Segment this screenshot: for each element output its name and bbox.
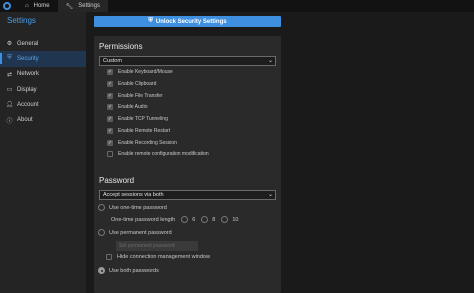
password-card: Password Accept sessions via both ⌄ Use … — [94, 172, 281, 293]
permission-label: Enable Keyboard/Mouse — [118, 69, 173, 75]
checkbox-checked[interactable]: ✓ — [107, 104, 113, 110]
permission-preset-select[interactable]: Custom ⌄ — [99, 56, 276, 66]
checkbox-unchecked[interactable] — [106, 254, 112, 260]
sidebar-item-about[interactable]: ⓘ About — [0, 112, 86, 127]
settings-main: ⛨ Unlock Security Settings Permissions C… — [86, 12, 474, 293]
both-passwords-option[interactable]: Use both passwords — [98, 267, 159, 274]
permission-label: Enable remote configuration modification — [118, 151, 209, 157]
set-permanent-password-label: Set permanent password — [119, 243, 175, 249]
both-passwords-label: Use both passwords — [109, 267, 159, 274]
sidebar-item-label: Display — [17, 86, 37, 93]
permanent-password-label: Use permanent password — [109, 229, 172, 236]
sidebar-item-label: About — [17, 117, 33, 124]
sidebar-item-general[interactable]: ⚙ General — [0, 36, 86, 51]
sidebar-item-label: Account — [17, 101, 39, 108]
permission-label: Enable File Transfer — [118, 93, 163, 99]
checkbox-checked[interactable]: ✓ — [107, 93, 113, 99]
otp-length-8-label: 8 — [212, 216, 216, 223]
permission-label: Enable TCP Tunneling — [118, 116, 168, 122]
permissions-title: Permissions — [99, 42, 143, 51]
tab-settings[interactable]: 🔧︎ Settings — [57, 0, 108, 12]
chevron-down-icon: ⌄ — [267, 192, 273, 198]
info-icon: ⓘ — [6, 118, 13, 125]
checkbox-checked[interactable]: ✓ — [107, 128, 113, 134]
set-permanent-password-button[interactable]: Set permanent password — [116, 241, 198, 251]
radio-button[interactable] — [98, 204, 105, 211]
otp-length-10-radio[interactable] — [221, 216, 229, 223]
permissions-card: Permissions Custom ⌄ ✓ Enable Keyboard/M… — [94, 36, 281, 174]
permission-remote-restart[interactable]: ✓ Enable Remote Restart — [107, 127, 170, 135]
permission-remote-config[interactable]: Enable remote configuration modification — [107, 150, 209, 158]
sidebar-item-display[interactable]: ▭ Display — [0, 82, 86, 97]
unlock-security-button[interactable]: ⛨ Unlock Security Settings — [94, 16, 281, 27]
hide-cm-window-label: Hide connection management window — [117, 254, 210, 260]
shield-icon: ⛨ — [148, 18, 153, 24]
permission-recording-session[interactable]: ✓ Enable Recording Session — [107, 139, 177, 147]
monitor-icon: ▭ — [6, 87, 13, 94]
otp-length-label: One-time password length — [111, 216, 176, 223]
person-icon: 👤︎ — [5, 102, 14, 109]
app-logo-icon — [3, 2, 11, 10]
permission-keyboard-mouse[interactable]: ✓ Enable Keyboard/Mouse — [107, 68, 173, 76]
permission-file-transfer[interactable]: ✓ Enable File Transfer — [107, 92, 163, 100]
otp-length-row: One-time password length 6 8 10 — [111, 216, 238, 223]
permission-label: Enable Audio — [118, 104, 148, 110]
tab-home-label: Home — [33, 3, 50, 9]
sidebar-item-label: Network — [17, 71, 40, 78]
radio-button[interactable] — [98, 229, 105, 236]
chevron-down-icon: ⌄ — [267, 58, 273, 64]
checkbox-checked[interactable]: ✓ — [107, 81, 113, 87]
unlock-security-label: Unlock Security Settings — [155, 18, 227, 25]
permission-clipboard[interactable]: ✓ Enable Clipboard — [107, 80, 156, 88]
permission-label: Enable Recording Session — [118, 140, 177, 146]
password-mode-select[interactable]: Accept sessions via both ⌄ — [99, 190, 276, 200]
one-time-password-option[interactable]: Use one-time password — [98, 204, 167, 211]
password-title: Password — [99, 176, 135, 185]
password-mode-value: Accept sessions via both — [103, 192, 164, 198]
permission-preset-value: Custom — [103, 58, 122, 64]
permission-label: Enable Clipboard — [118, 81, 157, 87]
wrench-icon: 🔧︎ — [65, 3, 74, 10]
network-icon: ⇄ — [6, 71, 13, 78]
otp-length-6-radio[interactable] — [181, 216, 189, 223]
sidebar-item-security[interactable]: ⛨ Security — [0, 51, 86, 67]
gear-icon: ⚙ — [6, 41, 13, 48]
permission-audio[interactable]: ✓ Enable Audio — [107, 103, 147, 111]
sidebar-item-label: General — [17, 40, 39, 47]
checkbox-checked[interactable]: ✓ — [107, 116, 113, 122]
permanent-password-option[interactable]: Use permanent password — [98, 229, 172, 236]
title-bar: ⌂ Home 🔧︎ Settings — [0, 0, 474, 12]
sidebar-item-label: Security — [17, 55, 39, 62]
checkbox-unchecked[interactable] — [107, 151, 113, 157]
tab-settings-label: Settings — [78, 3, 100, 9]
shield-icon: ⛨ — [7, 55, 12, 62]
sidebar-item-account[interactable]: 👤︎ Account — [0, 97, 86, 112]
checkbox-checked[interactable]: ✓ — [107, 69, 113, 75]
radio-button-selected[interactable] — [98, 267, 105, 274]
otp-length-10-label: 10 — [232, 216, 239, 223]
permission-label: Enable Remote Restart — [118, 128, 170, 134]
checkbox-checked[interactable]: ✓ — [107, 140, 113, 146]
permission-tcp-tunneling[interactable]: ✓ Enable TCP Tunneling — [107, 115, 168, 123]
tab-home[interactable]: ⌂ Home — [17, 0, 58, 12]
otp-length-6-label: 6 — [192, 216, 196, 223]
sidebar-title: Settings — [7, 16, 36, 25]
one-time-password-label: Use one-time password — [109, 204, 167, 211]
sidebar-item-network[interactable]: ⇄ Network — [0, 67, 86, 82]
hide-cm-window-option[interactable]: Hide connection management window — [106, 254, 210, 260]
sidebar: Settings ⚙ General ⛨ Security ⇄ Network … — [0, 12, 86, 293]
home-icon: ⌂ — [25, 3, 29, 9]
otp-length-8-radio[interactable] — [201, 216, 209, 223]
